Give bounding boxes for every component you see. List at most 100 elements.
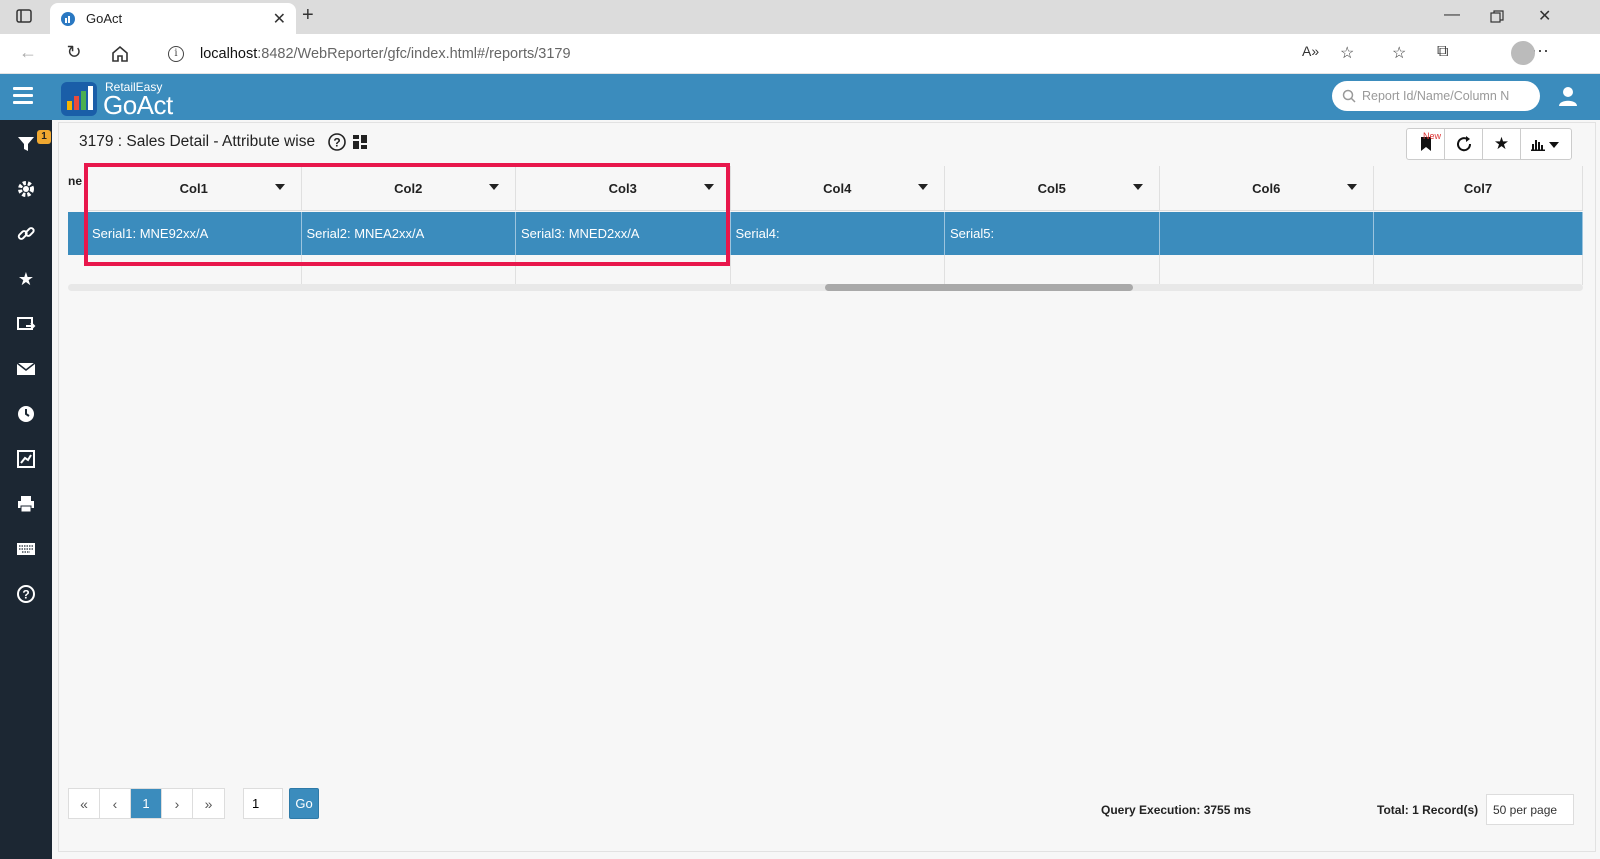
clock-icon[interactable] <box>14 402 38 426</box>
empty-cell <box>516 255 731 285</box>
print-icon[interactable] <box>14 492 38 516</box>
site-info-icon[interactable]: i <box>168 45 184 62</box>
column-header-2[interactable]: Col2 <box>301 166 516 211</box>
horizontal-scrollbar[interactable] <box>68 284 1583 291</box>
first-page-button[interactable]: « <box>69 789 100 818</box>
add-favorite-icon[interactable]: ☆ <box>1340 43 1354 63</box>
column-header-label: Col2 <box>394 180 423 196</box>
caret-down-icon[interactable] <box>489 184 499 190</box>
url-path: :8482/WebReporter/gfc/index.html#/report… <box>257 45 571 62</box>
mail-icon[interactable] <box>14 357 38 381</box>
empty-cell <box>1374 255 1583 285</box>
refresh-report-button[interactable] <box>1445 129 1483 159</box>
table-cell[interactable]: Serial4: <box>730 212 945 255</box>
keyboard-icon[interactable] <box>14 537 38 561</box>
sidebar: 1 ★ ? <box>0 120 52 859</box>
caret-down-icon[interactable] <box>1132 184 1143 190</box>
column-header-6[interactable]: Col6 <box>1159 166 1374 211</box>
profile-avatar[interactable] <box>1511 41 1535 65</box>
tab-title: GoAct <box>86 11 123 26</box>
page-number-input[interactable] <box>243 788 283 819</box>
column-header-1[interactable]: Col1 <box>87 166 302 211</box>
filter-icon[interactable] <box>14 132 38 156</box>
empty-cell <box>302 255 516 285</box>
caret-down-icon[interactable] <box>703 184 714 190</box>
browser-tab-bar: GoAct ✕ + — ✕ <box>0 0 1600 34</box>
favorites-icon[interactable]: ☆ <box>1392 43 1406 63</box>
column-header-label: Col3 <box>608 180 637 196</box>
chart-dropdown-button[interactable] <box>1521 129 1571 159</box>
table-cell[interactable]: Serial1: MNE92xx/A <box>87 212 302 255</box>
app-header: RetailEasy GoAct <box>0 74 1600 120</box>
report-toolbar: New ★ <box>1406 128 1572 160</box>
logo-mark <box>61 82 97 116</box>
prev-page-button[interactable]: ‹ <box>100 789 131 818</box>
empty-cell <box>945 255 1160 285</box>
export-icon[interactable] <box>14 312 38 336</box>
layout-icon[interactable] <box>352 134 368 150</box>
caret-down-icon[interactable] <box>918 184 928 190</box>
new-label: New <box>1422 131 1441 141</box>
tab-actions-icon[interactable] <box>16 8 32 24</box>
scrollbar-thumb[interactable] <box>825 284 1133 291</box>
bar-chart-icon <box>1531 140 1559 151</box>
browser-toolbar: ← ↻ i localhost:8482/WebReporter/gfc/ind… <box>0 34 1600 74</box>
refresh-icon <box>1456 136 1471 152</box>
empty-cell <box>87 255 302 285</box>
favorite-button[interactable]: ★ <box>1483 129 1521 159</box>
last-page-button[interactable]: » <box>193 789 224 818</box>
go-button[interactable]: Go <box>289 788 319 819</box>
column-header-3[interactable]: Col3 <box>516 166 731 211</box>
pagination: « ‹ 1 › » <box>68 788 225 819</box>
partial-cell <box>68 212 87 255</box>
hamburger-menu-icon[interactable] <box>13 87 33 105</box>
minimize-icon[interactable]: — <box>1444 6 1460 24</box>
filter-count-badge: 1 <box>37 130 51 144</box>
table-cell[interactable]: Serial2: MNEA2xx/A <box>301 212 516 255</box>
address-bar[interactable]: i localhost:8482/WebReporter/gfc/index.h… <box>150 38 1400 69</box>
per-page-select[interactable]: 50 per page <box>1486 794 1574 825</box>
new-tab-icon[interactable]: + <box>302 4 314 27</box>
current-page-button[interactable]: 1 <box>131 789 162 818</box>
next-page-button[interactable]: › <box>162 789 193 818</box>
back-icon[interactable]: ← <box>16 42 40 63</box>
column-header-7[interactable]: Col7 <box>1374 166 1583 211</box>
partial-column-header: ne <box>68 174 83 188</box>
column-header-4[interactable]: Col4 <box>730 166 945 211</box>
table-cell[interactable] <box>1159 212 1374 255</box>
help-icon[interactable]: ? <box>14 582 38 606</box>
question-icon[interactable]: ? <box>327 132 347 152</box>
restore-icon[interactable] <box>1490 10 1504 24</box>
gear-icon[interactable] <box>14 177 38 201</box>
report-search-box[interactable] <box>1332 81 1540 111</box>
report-grid: ne Col1 Serial1: MNE92xx/A Col2 Serial2: MN… <box>68 166 1583 292</box>
caret-down-icon[interactable] <box>274 184 285 190</box>
link-icon[interactable] <box>14 222 38 246</box>
column-header-label: Col4 <box>823 180 852 196</box>
read-aloud-icon[interactable]: A» <box>1302 43 1319 59</box>
close-window-icon[interactable]: ✕ <box>1538 6 1551 26</box>
bookmark-new-button[interactable]: New <box>1407 129 1445 159</box>
home-icon[interactable] <box>108 44 132 64</box>
report-title: 3179 : Sales Detail - Attribute wise <box>79 133 316 150</box>
star-icon: ★ <box>1493 134 1510 153</box>
table-cell[interactable]: Serial3: MNED2xx/A <box>516 212 731 255</box>
refresh-icon[interactable]: ↻ <box>62 42 86 63</box>
chart-report-icon[interactable] <box>14 447 38 471</box>
column-header-label: Col1 <box>179 180 208 196</box>
caret-down-icon[interactable] <box>1347 184 1357 190</box>
collections-icon[interactable]: ⧉ <box>1437 43 1448 61</box>
browser-tab[interactable]: GoAct ✕ <box>50 3 296 34</box>
column-header-label: Col7 <box>1463 180 1493 196</box>
search-input[interactable] <box>1362 89 1532 103</box>
star-icon[interactable]: ★ <box>14 267 38 291</box>
goact-logo[interactable]: RetailEasy GoAct <box>61 78 191 120</box>
user-icon[interactable] <box>1556 84 1580 108</box>
table-cell[interactable] <box>1374 212 1583 255</box>
close-tab-icon[interactable]: ✕ <box>273 9 286 29</box>
url-host: localhost <box>200 45 258 62</box>
column-header-5[interactable]: Col5 <box>945 166 1160 211</box>
table-cell[interactable]: Serial5: <box>945 212 1160 255</box>
column-header-label: Col5 <box>1037 180 1066 196</box>
goact-favicon-icon <box>61 11 75 26</box>
